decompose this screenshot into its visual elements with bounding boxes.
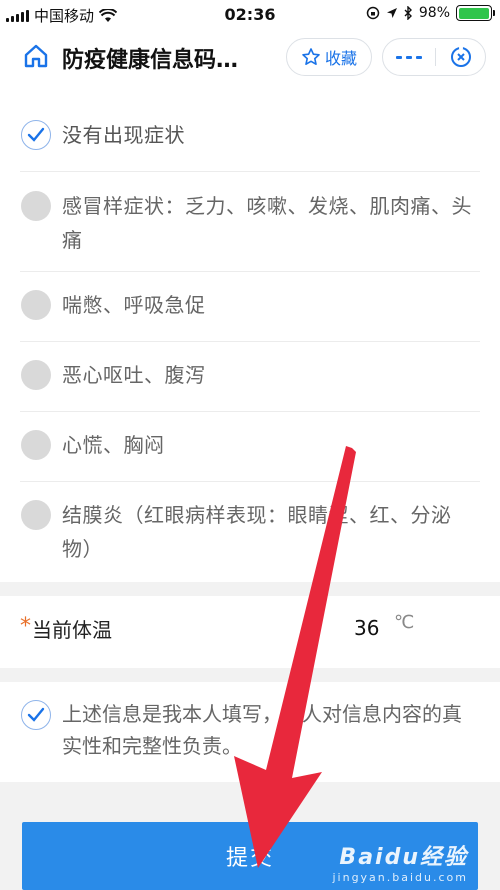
battery-percent: 98% [418,5,450,21]
option-label: 心慌、胸闷 [62,433,165,457]
symptom-options: 没有出现症状 感冒样症状：乏力、咳嗽、发烧、肌肉痛、头痛 喘憋、呼吸急促 恶心呕… [0,84,500,582]
lock-rotation-icon [366,6,380,20]
star-icon [302,48,320,65]
nav-bar: 防疫健康信息码… 收藏 [0,30,500,84]
declaration-checkbox[interactable] [21,700,51,730]
watermark-url: jingyan.baidu.com [332,871,468,884]
option-label: 没有出现症状 [62,123,185,147]
temperature-input[interactable]: 36 [354,616,379,640]
checkbox-unchecked[interactable] [21,430,51,460]
battery-icon [456,5,495,21]
option-palpitation[interactable]: 心慌、胸闷 [20,412,480,482]
declaration-text: 上述信息是我本人填写，本人对信息内容的真实性和完整性负责。 [62,702,462,758]
submit-label: 提交 [225,846,274,871]
option-label: 感冒样症状：乏力、咳嗽、发烧、肌肉痛、头痛 [62,194,472,252]
required-mark: * [20,614,31,639]
checkbox-unchecked[interactable] [21,290,51,320]
option-label: 结膜炎（红眼病样表现：眼睛涩、红、分泌物） [62,503,452,561]
home-icon[interactable] [22,42,50,70]
location-icon [386,8,397,18]
temperature-label: 当前体温 [32,618,112,642]
page-title: 防疫健康信息码… [62,48,239,73]
checkbox-unchecked[interactable] [21,191,51,221]
watermark-logo: Baidu经验 [339,845,468,870]
option-label: 喘憋、呼吸急促 [62,293,206,317]
more-icon[interactable] [383,39,435,75]
watermark: Baidu经验 jingyan.baidu.com [332,839,468,884]
option-no-symptoms[interactable]: 没有出现症状 [20,84,480,172]
checkbox-unchecked[interactable] [21,500,51,530]
favorite-label: 收藏 [324,49,357,68]
miniapp-capsule [382,38,486,76]
checkbox-checked[interactable] [21,120,51,150]
check-icon [27,707,45,722]
option-conjunctivitis[interactable]: 结膜炎（红眼病样表现：眼睛涩、红、分泌物） [20,482,480,582]
option-breathing[interactable]: 喘憋、呼吸急促 [20,272,480,342]
close-icon[interactable] [436,39,486,75]
option-cold-symptoms[interactable]: 感冒样症状：乏力、咳嗽、发烧、肌肉痛、头痛 [20,172,480,272]
favorite-button[interactable]: 收藏 [286,38,372,76]
temperature-row: * 当前体温 36 ℃ [0,596,500,668]
check-icon [27,127,45,142]
battery-fill [458,7,489,19]
temperature-unit: ℃ [394,612,415,633]
checkbox-unchecked[interactable] [21,360,51,390]
option-label: 恶心呕吐、腹泻 [62,363,206,387]
status-bar: 中国移动 02:36 98% [0,0,500,30]
declaration-row[interactable]: 上述信息是我本人填写，本人对信息内容的真实性和完整性负责。 [0,682,500,782]
status-right: 98% [366,5,495,21]
submit-button[interactable]: 提交 Baidu经验 jingyan.baidu.com [22,822,478,890]
bluetooth-icon [404,6,412,20]
option-nausea[interactable]: 恶心呕吐、腹泻 [20,342,480,412]
